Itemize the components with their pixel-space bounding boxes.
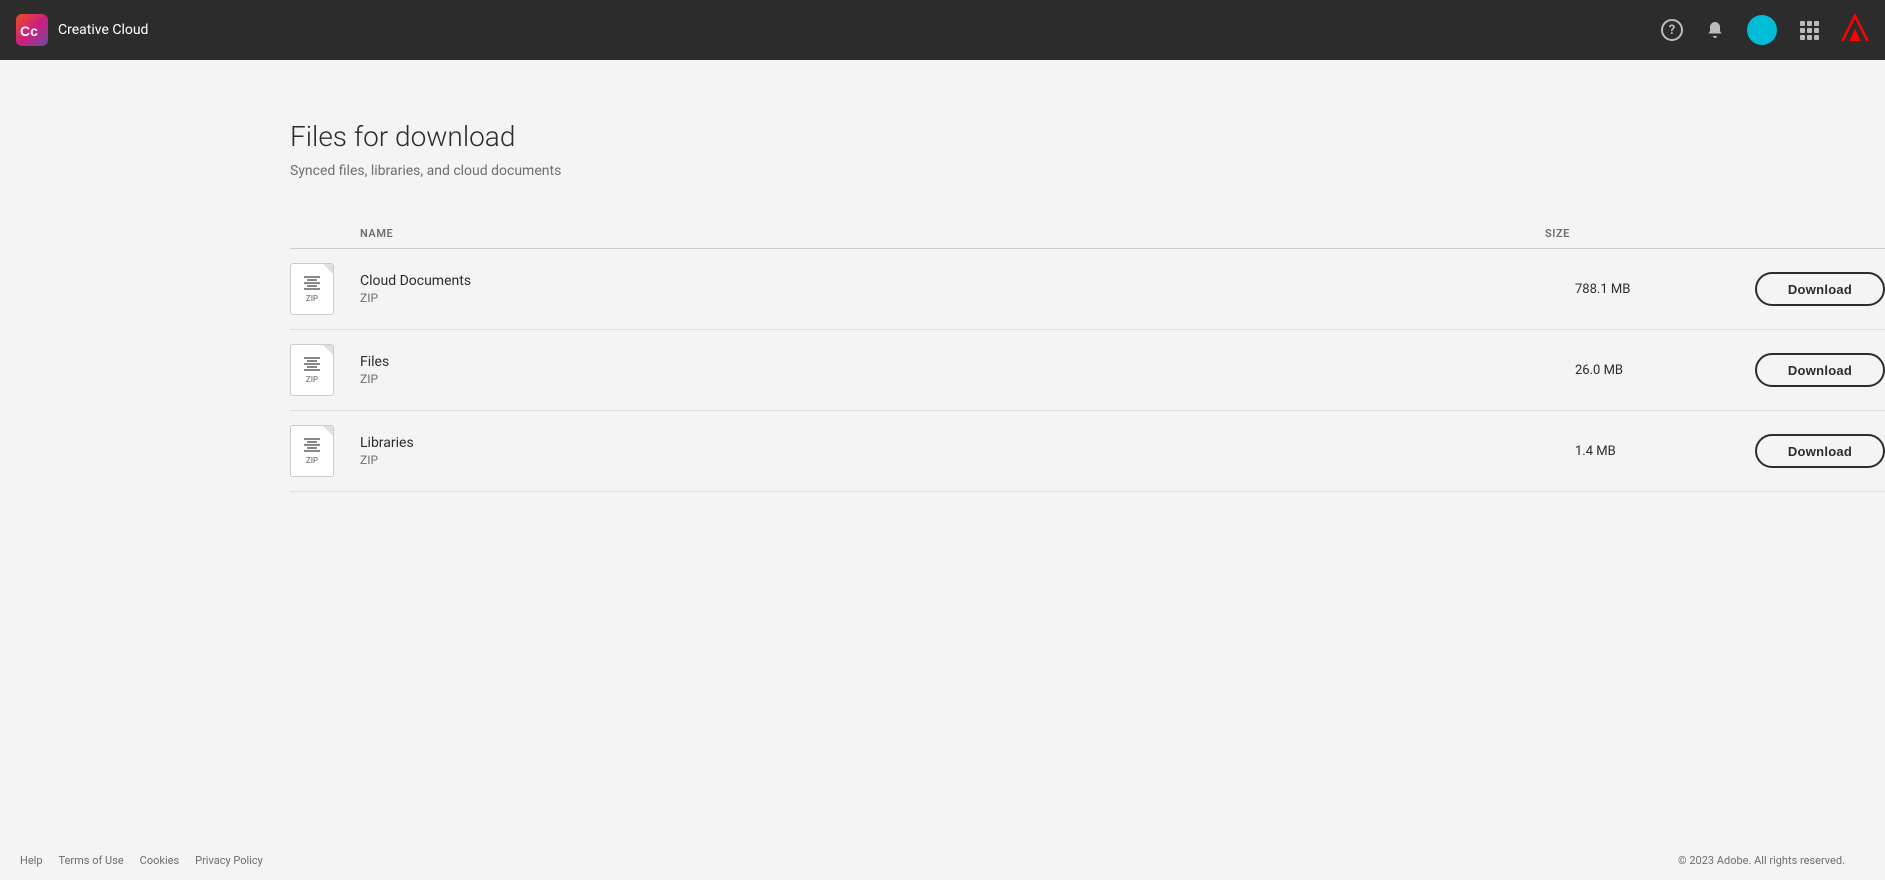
table-row: ZIP Libraries ZIP 1.4 MB Download xyxy=(290,411,1885,492)
zip-file-icon-1: ZIP xyxy=(290,344,334,396)
user-avatar[interactable] xyxy=(1747,15,1777,45)
file-name-1: Files xyxy=(360,354,1575,370)
footer: Help Terms of Use Cookies Privacy Policy… xyxy=(0,840,1885,880)
footer-privacy-link[interactable]: Privacy Policy xyxy=(195,854,263,867)
column-size-header: SIZE xyxy=(1545,227,1725,240)
page-subtitle: Synced files, libraries, and cloud docum… xyxy=(290,163,1885,179)
file-info-0: Cloud Documents ZIP xyxy=(360,273,1575,305)
page-title: Files for download xyxy=(290,120,1885,153)
file-name-0: Cloud Documents xyxy=(360,273,1575,289)
column-action-header xyxy=(1725,227,1885,240)
header-right: ? xyxy=(1661,13,1869,47)
zip-file-icon-0: ZIP xyxy=(290,263,334,315)
header-left: Cc Creative Cloud xyxy=(16,14,148,46)
footer-cookies-link[interactable]: Cookies xyxy=(140,854,179,867)
file-icon-wrapper-1: ZIP xyxy=(290,344,360,396)
main-content: Files for download Synced files, librari… xyxy=(0,60,1885,840)
table-header: NAME SIZE xyxy=(290,219,1885,249)
download-button-0[interactable]: Download xyxy=(1755,272,1885,306)
zip-file-icon-2: ZIP xyxy=(290,425,334,477)
footer-help-link[interactable]: Help xyxy=(20,854,43,867)
header-app-title: Creative Cloud xyxy=(58,22,148,38)
notifications-icon[interactable] xyxy=(1701,16,1729,44)
apps-grid-icon[interactable] xyxy=(1795,16,1823,44)
file-icon-wrapper-2: ZIP xyxy=(290,425,360,477)
file-list: ZIP Cloud Documents ZIP 788.1 MB Downloa… xyxy=(290,249,1885,492)
file-type-1: ZIP xyxy=(360,372,1575,386)
column-name-header: NAME xyxy=(290,227,1545,240)
file-size-1: 26.0 MB xyxy=(1575,363,1755,378)
file-name-2: Libraries xyxy=(360,435,1575,451)
file-size-0: 788.1 MB xyxy=(1575,282,1755,297)
file-icon-wrapper-0: ZIP xyxy=(290,263,360,315)
table-row: ZIP Cloud Documents ZIP 788.1 MB Downloa… xyxy=(290,249,1885,330)
svg-text:Cc: Cc xyxy=(20,23,38,39)
download-button-1[interactable]: Download xyxy=(1755,353,1885,387)
download-button-2[interactable]: Download xyxy=(1755,434,1885,468)
app-header: Cc Creative Cloud ? xyxy=(0,0,1885,60)
file-type-0: ZIP xyxy=(360,291,1575,305)
adobe-logo-icon xyxy=(1841,13,1869,47)
file-type-2: ZIP xyxy=(360,453,1575,467)
footer-copyright: © 2023 Adobe. All rights reserved. xyxy=(1678,854,1865,867)
table-row: ZIP Files ZIP 26.0 MB Download xyxy=(290,330,1885,411)
file-info-2: Libraries ZIP xyxy=(360,435,1575,467)
file-info-1: Files ZIP xyxy=(360,354,1575,386)
cc-logo-icon: Cc xyxy=(16,14,48,46)
file-size-2: 1.4 MB xyxy=(1575,444,1755,459)
footer-terms-link[interactable]: Terms of Use xyxy=(59,854,124,867)
help-icon[interactable]: ? xyxy=(1661,19,1683,41)
